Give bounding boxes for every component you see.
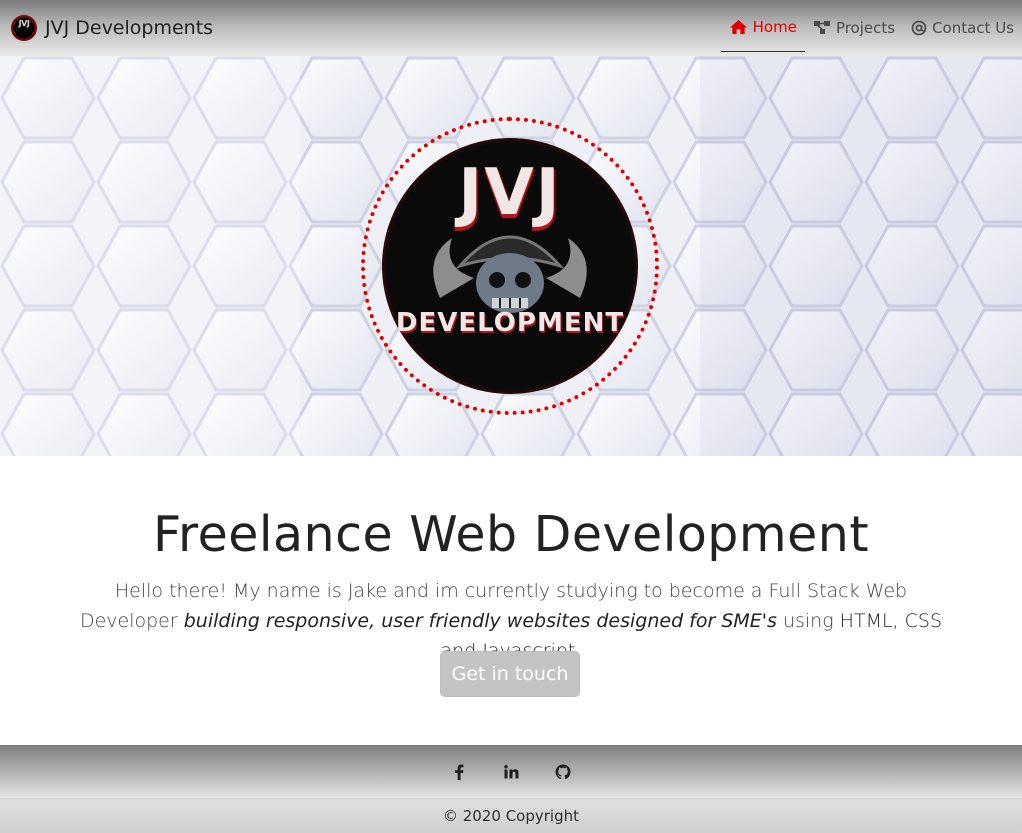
- nav-item-contact[interactable]: Contact Us: [903, 4, 1022, 52]
- copyright-text: © 2020 Copyright: [442, 806, 579, 825]
- projects-icon: [813, 21, 830, 34]
- get-in-touch-button[interactable]: Get in touch: [440, 651, 580, 697]
- facebook-icon: [455, 764, 464, 780]
- lead-text-using: using: [776, 610, 840, 632]
- home-icon: [729, 19, 747, 35]
- navbar: JVJ Developments Home Projects: [0, 0, 1022, 56]
- hero-banner: JVJ DEVELOPMENT: [0, 56, 1022, 456]
- linkedin-link[interactable]: [485, 761, 537, 783]
- page-title: Freelance Web Development: [152, 506, 870, 563]
- nav-item-projects[interactable]: Projects: [805, 4, 903, 52]
- github-icon: [555, 764, 571, 780]
- nav-item-home[interactable]: Home: [720, 4, 805, 52]
- pirate-skull-icon: [433, 235, 587, 313]
- facebook-link[interactable]: [433, 761, 485, 783]
- nav-links: Home Projects Contact Us: [720, 0, 1022, 56]
- linkedin-icon: [503, 765, 518, 779]
- at-icon: [911, 20, 927, 35]
- social-links: [0, 761, 1022, 783]
- footer: © 2020 Copyright: [0, 745, 1022, 833]
- jvj-development-logo: JVJ DEVELOPMENT: [382, 138, 638, 394]
- brand-link[interactable]: JVJ Developments: [11, 0, 213, 56]
- lead-emphasis: building responsive, user friendly websi…: [183, 610, 777, 632]
- intro-section: Freelance Web Development Hello there! M…: [0, 456, 1022, 745]
- github-link[interactable]: [537, 761, 589, 783]
- brand-logo: [11, 15, 37, 41]
- logo-bottom-text: DEVELOPMENT: [395, 308, 625, 338]
- nav-item-label: Projects: [835, 18, 896, 37]
- brand-name: JVJ Developments: [45, 17, 214, 39]
- nav-item-label: Contact Us: [932, 18, 1014, 37]
- nav-item-label: Home: [752, 18, 797, 36]
- copyright-bar: © 2020 Copyright: [0, 798, 1022, 833]
